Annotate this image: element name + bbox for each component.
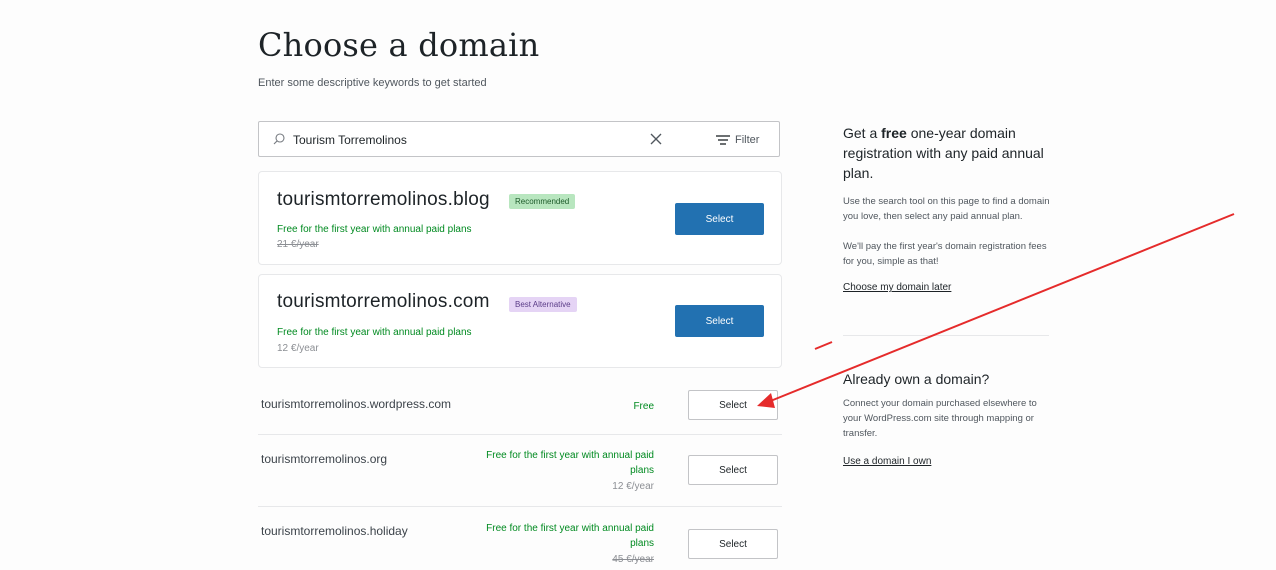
domain-name: tourismtorremolinos.wordpress.com — [261, 397, 452, 411]
select-button[interactable]: Select — [688, 529, 778, 559]
domain-name: tourismtorremolinos.org — [261, 452, 388, 466]
page-subtitle: Enter some descriptive keywords to get s… — [258, 77, 487, 89]
search-input[interactable] — [293, 131, 623, 149]
domain-price: 45 €/year — [612, 554, 654, 565]
domain-result-row: tourismtorremolinos.wordpress.com Free S… — [258, 386, 782, 434]
domain-name: tourismtorremolinos.holiday — [261, 524, 408, 538]
domain-result-row: tourismtorremolinos.holiday Free for the… — [258, 518, 782, 570]
promo-text: Use the search tool on this page to find… — [843, 196, 1050, 222]
domain-search-bar: Filter — [258, 121, 780, 157]
featured-domain-card: tourismtorremolinos.com Best Alternative… — [258, 274, 782, 368]
choose-domain-later-link[interactable]: Choose my domain later — [843, 282, 951, 293]
arrow-mark — [814, 341, 833, 350]
use-domain-i-own-link[interactable]: Use a domain I own — [843, 456, 931, 467]
filter-icon — [716, 135, 730, 145]
domain-name: tourismtorremolinos.com — [277, 291, 490, 312]
free-text: Free for the first year with annual paid… — [486, 450, 654, 476]
filter-label: Filter — [735, 134, 760, 146]
best-alternative-badge: Best Alternative — [509, 297, 577, 312]
free-text: Free — [633, 401, 654, 412]
domain-price: 12 €/year — [277, 343, 319, 354]
sidebar-divider — [843, 335, 1049, 336]
free-text: Free for the first year with annual paid… — [486, 523, 654, 549]
clear-search-icon[interactable] — [649, 132, 663, 146]
select-button[interactable]: Select — [688, 455, 778, 485]
row-divider — [258, 506, 782, 507]
page-title: Choose a domain — [258, 26, 540, 64]
domain-name: tourismtorremolinos.blog — [277, 189, 490, 210]
featured-domain-card: tourismtorremolinos.blog Recommended Fre… — [258, 171, 782, 265]
own-domain-section: Already own a domain? Connect your domai… — [843, 369, 1058, 469]
free-text: Free for the first year with annual paid… — [277, 327, 472, 338]
own-domain-text: Connect your domain purchased elsewhere … — [843, 398, 1037, 439]
row-divider — [258, 434, 782, 435]
select-button[interactable]: Select — [675, 203, 764, 235]
select-button[interactable]: Select — [688, 390, 778, 420]
own-domain-heading: Already own a domain? — [843, 371, 990, 387]
promo-text: We'll pay the first year's domain regist… — [843, 241, 1047, 267]
recommended-badge: Recommended — [509, 194, 576, 209]
domain-result-row: tourismtorremolinos.org Free for the fir… — [258, 445, 782, 505]
search-icon — [273, 133, 285, 145]
domain-price: 12 €/year — [612, 481, 654, 492]
filter-button[interactable]: Filter — [716, 132, 759, 148]
domain-price: 21 €/year — [277, 239, 319, 250]
free-text: Free for the first year with annual paid… — [277, 224, 472, 235]
free-domain-promo: Get a free one-year domain registration … — [843, 123, 1058, 295]
promo-heading: Get a free one-year domain registration … — [843, 125, 1044, 181]
select-button[interactable]: Select — [675, 305, 764, 337]
